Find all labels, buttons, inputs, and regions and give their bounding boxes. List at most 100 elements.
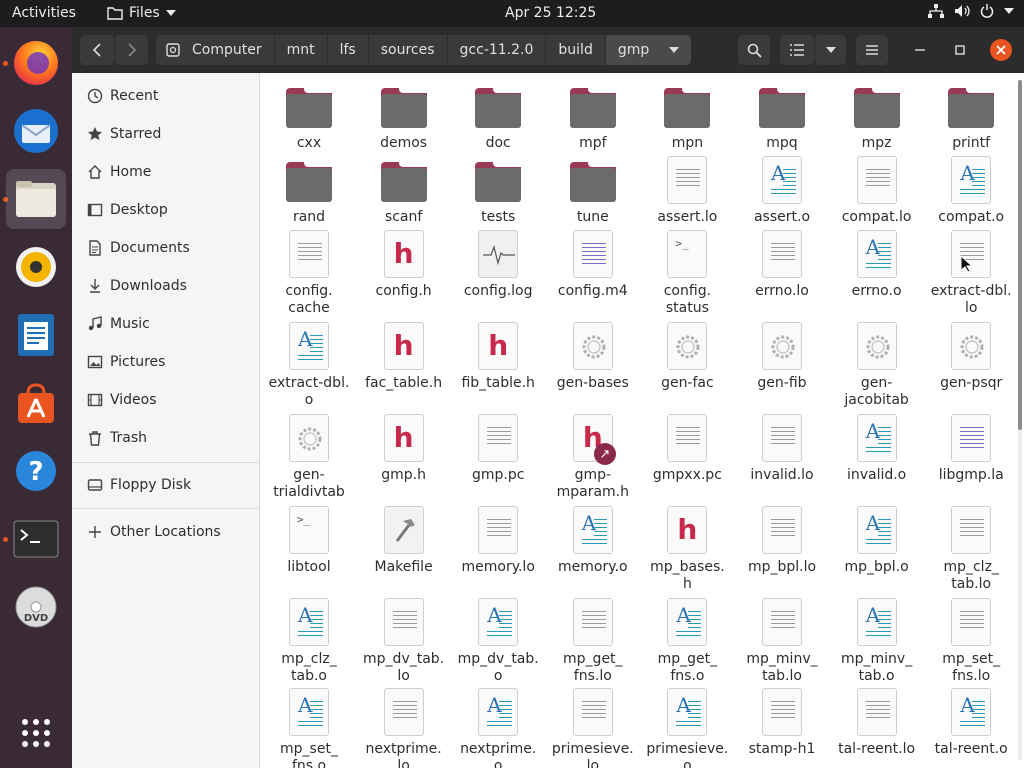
writer-launcher[interactable]: [6, 305, 66, 365]
breadcrumb-sources[interactable]: sources: [367, 35, 447, 65]
forward-button[interactable]: [114, 35, 148, 65]
sidebar-item-pictures[interactable]: Pictures: [72, 345, 260, 379]
file-item[interactable]: gmpxx.pc: [640, 413, 734, 484]
file-item[interactable]: Amemory.o: [546, 505, 640, 576]
minimize-button[interactable]: [908, 35, 932, 65]
file-item[interactable]: gen- trialdivtab: [262, 413, 356, 501]
file-item[interactable]: Aprimesieve. o: [640, 687, 734, 768]
file-item[interactable]: invalid.lo: [735, 413, 829, 484]
file-item[interactable]: gen-fib: [735, 321, 829, 392]
breadcrumb-gcc[interactable]: gcc-11.2.0: [446, 35, 546, 65]
file-item[interactable]: Ainvalid.o: [830, 413, 924, 484]
file-item[interactable]: mp_clz_ tab.lo: [924, 505, 1014, 593]
file-item[interactable]: Amp_dv_tab. o: [451, 597, 545, 685]
file-item[interactable]: scanf: [357, 155, 451, 226]
close-button[interactable]: [990, 39, 1012, 61]
sidebar-item-other-locations[interactable]: Other Locations: [72, 515, 260, 549]
sidebar-item-floppy-disk[interactable]: Floppy Disk: [72, 468, 260, 502]
file-item[interactable]: gen- jacobitab: [830, 321, 924, 409]
file-item[interactable]: gen-psqr: [924, 321, 1014, 392]
file-item[interactable]: mpn: [640, 81, 734, 152]
file-item[interactable]: compat.lo: [830, 155, 924, 226]
file-item[interactable]: cxx: [262, 81, 356, 152]
app-menu[interactable]: Files: [107, 5, 176, 21]
files-launcher[interactable]: [6, 169, 66, 229]
file-item[interactable]: Amp_set_ fns.o: [262, 687, 356, 768]
file-item[interactable]: mpf: [546, 81, 640, 152]
file-item[interactable]: Makefile: [357, 505, 451, 576]
activities-button[interactable]: Activities: [12, 5, 76, 21]
maximize-button[interactable]: [948, 35, 972, 65]
file-item[interactable]: h fib_table.h: [451, 321, 545, 392]
sidebar-item-recent[interactable]: Recent: [72, 79, 260, 113]
terminal-launcher[interactable]: [6, 509, 66, 569]
file-item[interactable]: Acompat.o: [924, 155, 1014, 226]
file-item[interactable]: h ↗ gmp- mparam.h: [546, 413, 640, 501]
file-item[interactable]: gmp.pc: [451, 413, 545, 484]
sidebar-item-videos[interactable]: Videos: [72, 383, 260, 417]
file-item[interactable]: Amp_get_ fns.o: [640, 597, 734, 685]
file-item[interactable]: printf: [924, 81, 1014, 152]
file-item[interactable]: Anextprime. o: [451, 687, 545, 768]
thunderbird-launcher[interactable]: [6, 101, 66, 161]
file-item[interactable]: Amp_bpl.o: [830, 505, 924, 576]
breadcrumb-computer[interactable]: Computer: [186, 35, 274, 65]
file-item[interactable]: mpz: [830, 81, 924, 152]
app-center-launcher[interactable]: [6, 373, 66, 433]
file-item[interactable]: config. cache: [262, 229, 356, 317]
file-item[interactable]: extract-dbl. lo: [924, 229, 1014, 317]
breadcrumb-lfs[interactable]: lfs: [326, 35, 368, 65]
file-item[interactable]: mp_dv_tab. lo: [357, 597, 451, 685]
sidebar-item-home[interactable]: Home: [72, 155, 260, 189]
firefox-launcher[interactable]: [6, 33, 66, 93]
file-item[interactable]: libgmp.la: [924, 413, 1014, 484]
file-item[interactable]: mp_minv_ tab.lo: [735, 597, 829, 685]
file-item[interactable]: h config.h: [357, 229, 451, 300]
file-item[interactable]: config.m4: [546, 229, 640, 300]
dvd-launcher[interactable]: DVD: [6, 577, 66, 637]
file-item[interactable]: errno.lo: [735, 229, 829, 300]
sidebar-item-desktop[interactable]: Desktop: [72, 193, 260, 227]
sidebar-item-trash[interactable]: Trash: [72, 421, 260, 455]
file-item[interactable]: >_ config. status: [640, 229, 734, 317]
view-options-button[interactable]: [814, 35, 846, 65]
sidebar-item-starred[interactable]: Starred: [72, 117, 260, 151]
file-item[interactable]: h fac_table.h: [357, 321, 451, 392]
sidebar-item-music[interactable]: Music: [72, 307, 260, 341]
file-item[interactable]: config.log: [451, 229, 545, 300]
system-tray[interactable]: [928, 4, 1014, 18]
file-item[interactable]: mp_bpl.lo: [735, 505, 829, 576]
file-item[interactable]: demos: [357, 81, 451, 152]
file-item[interactable]: Aerrno.o: [830, 229, 924, 300]
show-apps-button[interactable]: [6, 703, 66, 763]
menu-button[interactable]: [856, 35, 888, 65]
breadcrumb-mnt[interactable]: mnt: [273, 35, 327, 65]
file-item[interactable]: Aextract-dbl. o: [262, 321, 356, 409]
file-item[interactable]: stamp-h1: [735, 687, 829, 758]
file-item[interactable]: gen-fac: [640, 321, 734, 392]
breadcrumb-build[interactable]: build: [545, 35, 604, 65]
file-item[interactable]: Amp_minv_ tab.o: [830, 597, 924, 685]
file-item[interactable]: h gmp.h: [357, 413, 451, 484]
scrollbar[interactable]: [1018, 80, 1022, 760]
back-button[interactable]: [80, 35, 114, 65]
file-item[interactable]: Aassert.o: [735, 155, 829, 226]
file-item[interactable]: memory.lo: [451, 505, 545, 576]
file-item[interactable]: doc: [451, 81, 545, 152]
scrollbar-thumb[interactable]: [1018, 80, 1022, 430]
sidebar-item-downloads[interactable]: Downloads: [72, 269, 260, 303]
clock[interactable]: Apr 25 12:25: [505, 5, 596, 21]
file-item[interactable]: >_ libtool: [262, 505, 356, 576]
file-item[interactable]: Amp_clz_ tab.o: [262, 597, 356, 685]
breadcrumb-gmp[interactable]: gmp: [604, 35, 692, 65]
file-item[interactable]: tal-reent.lo: [830, 687, 924, 758]
rhythmbox-launcher[interactable]: [6, 237, 66, 297]
file-item[interactable]: assert.lo: [640, 155, 734, 226]
view-list-button[interactable]: [780, 35, 814, 65]
file-item[interactable]: Atal-reent.o: [924, 687, 1014, 758]
file-item[interactable]: mp_get_ fns.lo: [546, 597, 640, 685]
file-item[interactable]: mp_set_ fns.lo: [924, 597, 1014, 685]
file-item[interactable]: gen-bases: [546, 321, 640, 392]
file-item[interactable]: rand: [262, 155, 356, 226]
help-launcher[interactable]: ?: [6, 441, 66, 501]
